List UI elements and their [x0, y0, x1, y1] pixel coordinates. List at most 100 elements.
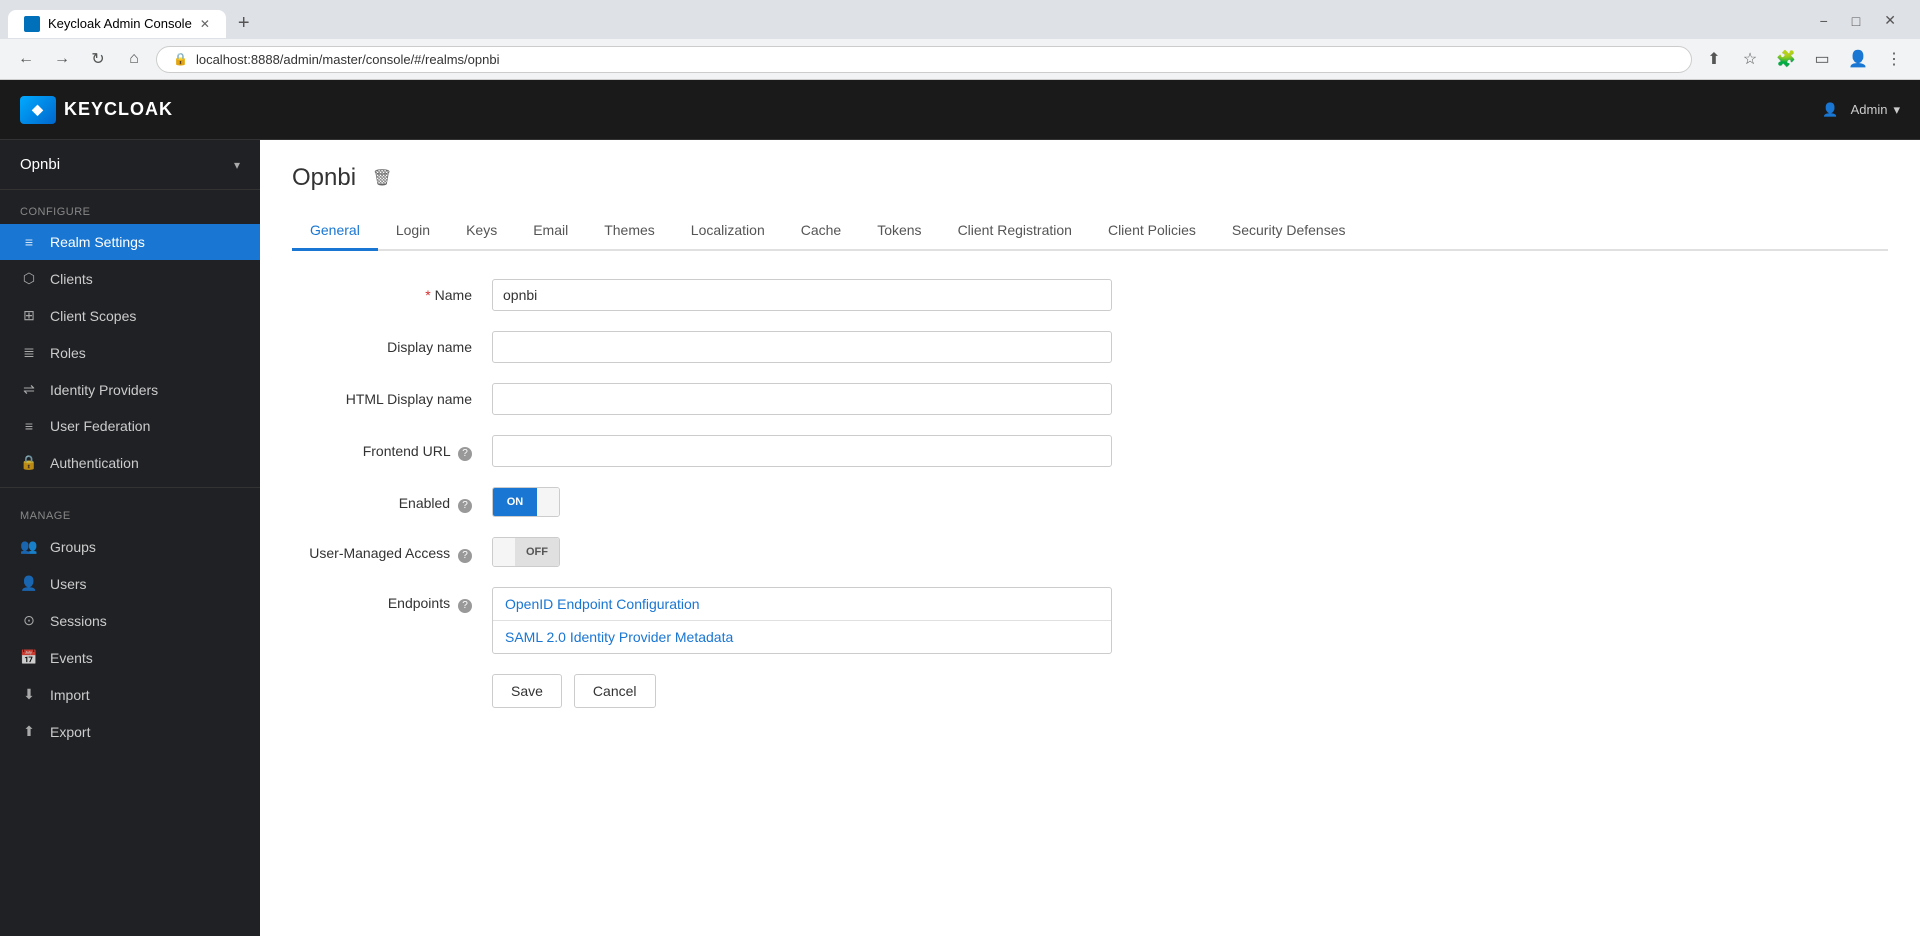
home-button[interactable]: ⌂ — [120, 45, 148, 73]
sidebar-item-import[interactable]: ⬇ Import — [0, 676, 260, 713]
sidebar-item-label: Client Scopes — [50, 308, 136, 324]
name-control — [492, 279, 1152, 311]
sidebar-toggle-button[interactable]: ▭ — [1808, 45, 1836, 73]
name-input[interactable] — [492, 279, 1112, 311]
frontend-url-input[interactable] — [492, 435, 1112, 467]
client-scopes-icon: ⊞ — [20, 307, 38, 324]
display-name-input[interactable] — [492, 331, 1112, 363]
sidebar-item-groups[interactable]: 👥 Groups — [0, 528, 260, 565]
realm-selector[interactable]: Opnbi ▾ — [0, 140, 260, 190]
page-title-row: Opnbi 🗑 — [292, 164, 1888, 192]
frontend-url-help-icon[interactable]: ? — [458, 447, 472, 461]
sidebar-item-label: Import — [50, 687, 90, 703]
forward-button[interactable]: → — [48, 45, 76, 73]
tab-general[interactable]: General — [292, 212, 378, 251]
sidebar-item-users[interactable]: 👤 Users — [0, 565, 260, 602]
openid-endpoint-link[interactable]: OpenID Endpoint Configuration — [493, 588, 1111, 621]
endpoints-help-icon[interactable]: ? — [458, 599, 472, 613]
html-display-name-row: HTML Display name — [292, 383, 1152, 415]
sidebar-item-authentication[interactable]: 🔒 Authentication — [0, 444, 260, 481]
logo-diamond: ◆ — [32, 101, 44, 118]
sidebar-item-user-federation[interactable]: ≡ User Federation — [0, 408, 260, 444]
close-tab-button[interactable]: ✕ — [200, 17, 210, 31]
toggle-off-label: OFF — [515, 538, 559, 566]
sidebar-item-label: Clients — [50, 271, 93, 287]
new-tab-button[interactable]: + — [230, 8, 258, 39]
display-name-control — [492, 331, 1152, 363]
sidebar-item-realm-settings[interactable]: ≡ Realm Settings — [0, 224, 260, 260]
sidebar-item-events[interactable]: 📅 Events — [0, 639, 260, 676]
general-form: *Name Display name HTML Display name — [292, 279, 1152, 708]
close-window-button[interactable]: ✕ — [1876, 10, 1904, 31]
minimize-button[interactable]: − — [1812, 11, 1836, 31]
endpoints-label: Endpoints ? — [292, 587, 492, 613]
tab-login[interactable]: Login — [378, 212, 448, 251]
user-managed-help-icon[interactable]: ? — [458, 549, 472, 563]
maximize-button[interactable]: □ — [1844, 11, 1868, 31]
enabled-control: ON — [492, 487, 1152, 517]
sidebar-item-label: Sessions — [50, 613, 107, 629]
roles-icon: ≣ — [20, 344, 38, 361]
tab-client-registration[interactable]: Client Registration — [940, 212, 1090, 251]
browser-tab[interactable]: Keycloak Admin Console ✕ — [8, 10, 226, 38]
toggle-on-label: ON — [493, 488, 537, 516]
tab-cache[interactable]: Cache — [783, 212, 859, 251]
page-title: Opnbi — [292, 164, 356, 192]
endpoints-box: OpenID Endpoint Configuration SAML 2.0 I… — [492, 587, 1112, 654]
name-label: *Name — [292, 279, 492, 303]
sidebar-divider — [0, 487, 260, 488]
share-button[interactable]: ⬆ — [1700, 45, 1728, 73]
enabled-row: Enabled ? ON — [292, 487, 1152, 517]
tab-tokens[interactable]: Tokens — [859, 212, 939, 251]
lock-icon: 🔒 — [173, 52, 188, 66]
window-controls: − □ ✕ — [1812, 10, 1904, 31]
content-area: Opnbi 🗑 General Login Keys Email Themes … — [260, 140, 1920, 936]
sidebar-item-label: Groups — [50, 539, 96, 555]
sidebar-item-clients[interactable]: ⬡ Clients — [0, 260, 260, 297]
back-button[interactable]: ← — [12, 45, 40, 73]
bookmark-button[interactable]: ☆ — [1736, 45, 1764, 73]
tab-security-defenses[interactable]: Security Defenses — [1214, 212, 1364, 251]
sidebar-item-label: Authentication — [50, 455, 139, 471]
menu-button[interactable]: ⋮ — [1880, 45, 1908, 73]
sidebar-item-client-scopes[interactable]: ⊞ Client Scopes — [0, 297, 260, 334]
header-right: 👤 Admin ▾ — [1822, 102, 1900, 118]
extensions-button[interactable]: 🧩 — [1772, 45, 1800, 73]
user-managed-access-label: User-Managed Access ? — [292, 537, 492, 563]
clients-icon: ⬡ — [20, 270, 38, 287]
enabled-toggle[interactable]: ON — [492, 487, 560, 517]
tab-localization[interactable]: Localization — [673, 212, 783, 251]
sidebar-item-sessions[interactable]: ⊙ Sessions — [0, 602, 260, 639]
refresh-button[interactable]: ↻ — [84, 45, 112, 73]
admin-menu[interactable]: Admin ▾ — [1851, 102, 1900, 118]
sidebar-item-label: Identity Providers — [50, 382, 158, 398]
sidebar-item-label: Events — [50, 650, 93, 666]
tab-themes[interactable]: Themes — [586, 212, 673, 251]
html-display-name-input[interactable] — [492, 383, 1112, 415]
address-bar[interactable]: 🔒 localhost:8888/admin/master/console/#/… — [156, 46, 1692, 73]
sidebar-item-identity-providers[interactable]: ⇌ Identity Providers — [0, 371, 260, 408]
events-icon: 📅 — [20, 649, 38, 666]
realm-settings-icon: ≡ — [20, 234, 38, 250]
delete-realm-button[interactable]: 🗑 — [368, 164, 396, 192]
user-managed-toggle[interactable]: OFF — [492, 537, 560, 567]
saml-endpoint-link[interactable]: SAML 2.0 Identity Provider Metadata — [493, 621, 1111, 653]
realm-name: Opnbi — [20, 156, 60, 173]
sidebar-item-roles[interactable]: ≣ Roles — [0, 334, 260, 371]
tab-email[interactable]: Email — [515, 212, 586, 251]
admin-label: Admin — [1851, 102, 1888, 117]
authentication-icon: 🔒 — [20, 454, 38, 471]
tab-keys[interactable]: Keys — [448, 212, 515, 251]
cancel-button[interactable]: Cancel — [574, 674, 656, 708]
enabled-help-icon[interactable]: ? — [458, 499, 472, 513]
profile-button[interactable]: 👤 — [1844, 45, 1872, 73]
display-name-label: Display name — [292, 331, 492, 355]
tab-client-policies[interactable]: Client Policies — [1090, 212, 1214, 251]
sidebar-item-export[interactable]: ⬆ Export — [0, 713, 260, 750]
save-button[interactable]: Save — [492, 674, 562, 708]
toggle-off-space — [493, 538, 515, 566]
tab-title: Keycloak Admin Console — [48, 16, 192, 31]
manage-section-label: Manage — [0, 494, 260, 528]
import-icon: ⬇ — [20, 686, 38, 703]
sidebar-item-label: Users — [50, 576, 87, 592]
